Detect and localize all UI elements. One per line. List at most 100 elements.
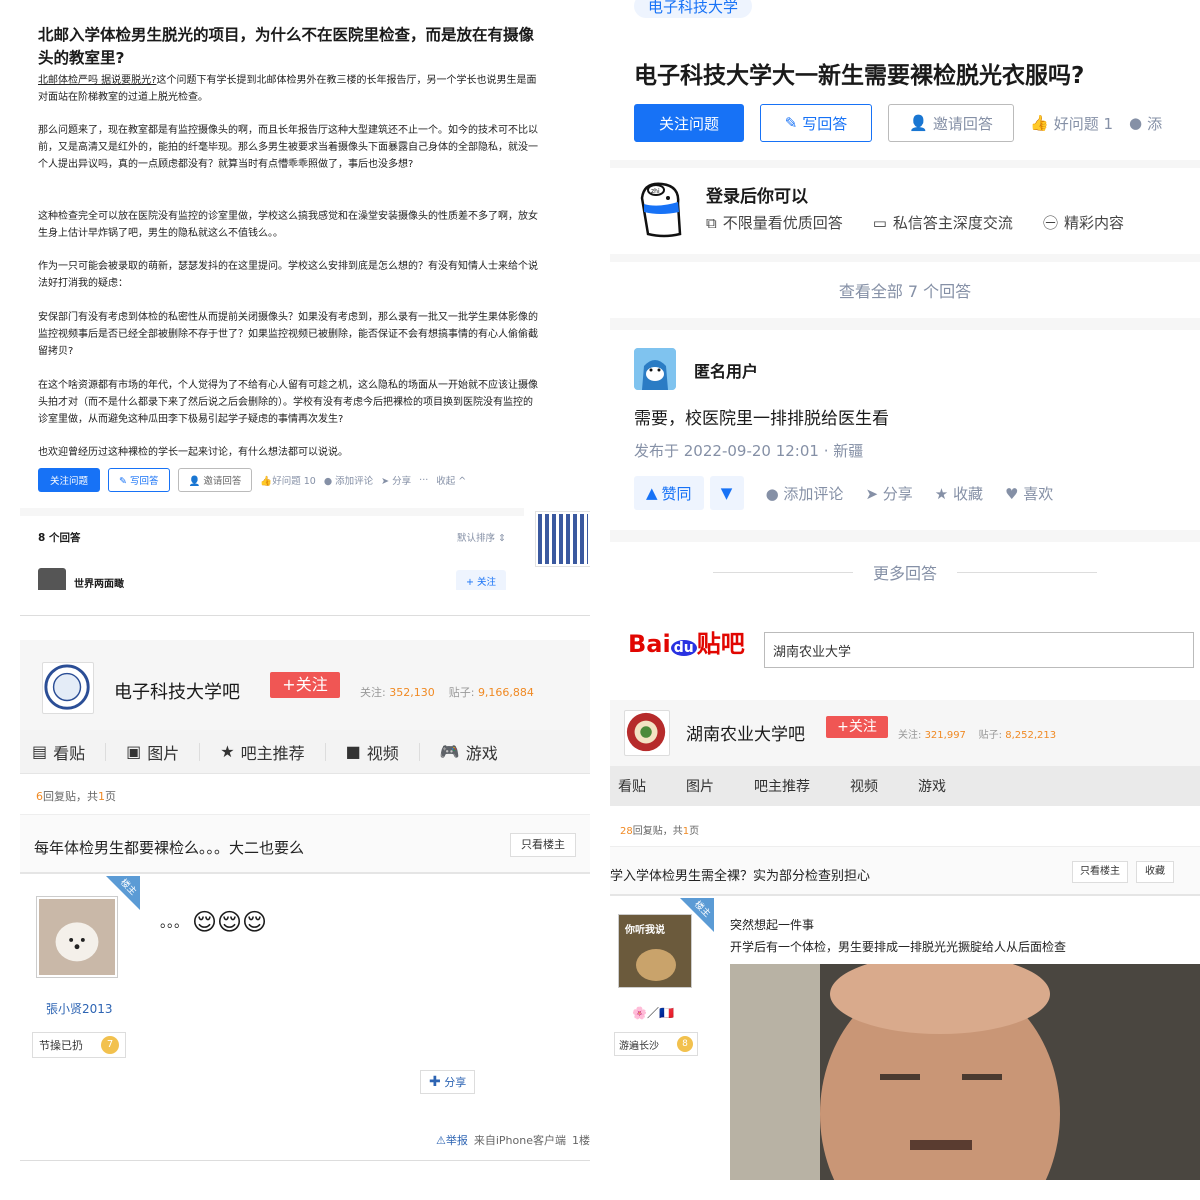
related-question-link[interactable]: 北邮体检严吗 据说要脱光? xyxy=(38,75,157,86)
benefit-3: ㊀精彩内容 xyxy=(1043,212,1124,233)
author-name[interactable]: 世界两面瞰 xyxy=(74,575,124,590)
user-badge: 游遍长沙 8 xyxy=(614,1032,698,1056)
question-actions: 关注问题 ✎ 写回答 👤 邀请回答 👍 好问题 1 ● 添 xyxy=(634,104,1162,142)
invite-answer-button[interactable]: 👤 邀请回答 xyxy=(177,468,253,492)
topic-tag[interactable]: 电子科技大学 xyxy=(634,0,753,18)
collapse-button[interactable]: 收起 ^ xyxy=(436,473,466,487)
university-seal-icon xyxy=(626,712,666,752)
tab-video[interactable]: ■ 视频 xyxy=(346,740,399,764)
write-answer-button[interactable]: ✎ 写回答 xyxy=(760,104,872,142)
upvote-button[interactable]: ▲ 赞同 xyxy=(634,476,704,510)
badge-label: 节操已扔 xyxy=(39,1039,83,1052)
add-comment-label: 添加评论 xyxy=(783,484,844,503)
comment-button[interactable]: ● 添加评论 xyxy=(324,473,373,487)
sort-dropdown[interactable]: 默认排序 ⇕ xyxy=(457,530,506,544)
posts-label: 贴子: xyxy=(448,686,475,699)
tab-recommended[interactable]: 吧主推荐 xyxy=(754,776,810,796)
question-para-7: 也欢迎曾经历过这种裸检的学长一起来讨论，有什么想法都可以说说。 xyxy=(38,447,348,458)
document-icon: ▤ xyxy=(32,742,48,761)
tab-images-label: 图片 xyxy=(147,743,180,763)
forum-name[interactable]: 湖南农业大学吧 xyxy=(686,720,805,745)
reply-count: 28 xyxy=(620,826,633,837)
comment-icon: ● xyxy=(323,476,336,487)
username[interactable]: 張小贤2013 xyxy=(46,1000,113,1017)
follow-forum-button[interactable]: +关注 xyxy=(270,672,340,698)
share-button[interactable]: ➤ 分享 xyxy=(381,473,411,487)
answer-card: 匿名用户 需要，校医院里一排排脱给医生看 发布于 2022-09-20 12:0… xyxy=(610,330,1200,530)
avatar[interactable] xyxy=(36,896,118,978)
good-question-button[interactable]: 👍 好问题 1 xyxy=(1030,113,1113,134)
favorite-button[interactable]: ★ 收藏 xyxy=(935,483,983,504)
anonymous-avatar xyxy=(634,348,676,390)
star-icon: ★ xyxy=(934,484,954,503)
question-title: 电子科技大学大一新生需要裸检脱光衣服吗? xyxy=(634,63,1085,89)
tab-recommended-label: 吧主推荐 xyxy=(240,743,305,763)
forum-name[interactable]: 电子科技大学吧 xyxy=(114,678,240,704)
only-op-button[interactable]: 只看楼主 xyxy=(1072,861,1128,883)
question-action-bar: 关注问题 ✎ 写回答 👤 邀请回答 👍好问题 10 ● 添加评论 ➤ 分享 ··… xyxy=(38,468,466,492)
avatar[interactable]: 你听我说 xyxy=(618,914,692,988)
follow-forum-button[interactable]: +关注 xyxy=(826,716,888,738)
view-all-answers-button[interactable]: 查看全部 7 个回答 xyxy=(610,262,1200,318)
good-question-button[interactable]: 👍好问题 10 xyxy=(260,473,315,487)
tab-video[interactable]: 视频 xyxy=(850,776,878,796)
more-button[interactable]: ··· xyxy=(419,475,428,486)
comment-button[interactable]: ● 添 xyxy=(1129,113,1162,134)
answer-author[interactable]: 世界两面瞰 xyxy=(38,568,124,590)
page-count: 1 xyxy=(98,790,105,803)
login-prompt[interactable]: zhi 登录后你可以 ⧉ 不限量看优质回答 ▭ 私信答主深度交流 ㊀精彩内容 xyxy=(610,168,1200,254)
fans-count: 321,997 xyxy=(924,730,966,741)
baidu-tieba-logo[interactable]: Bai du 贴吧 xyxy=(628,624,745,659)
post-title-bar: 每年体检男生都要裸检么。。。大二也要么 只看楼主 xyxy=(20,814,590,874)
answers-section: 8 个回答 默认排序 ⇕ 世界两面瞰 + 关注 xyxy=(20,508,524,590)
add-comment-button[interactable]: ● 添加评论 xyxy=(766,483,844,504)
benefit-3-label: 精彩内容 xyxy=(1063,214,1124,232)
fans-count: 352,130 xyxy=(389,686,435,699)
tab-posts[interactable]: 看贴 xyxy=(618,776,646,796)
write-answer-button[interactable]: ✎ 写回答 xyxy=(108,468,170,492)
emoji-icons: 😌😌😌 xyxy=(192,908,268,936)
tab-images[interactable]: 图片 xyxy=(686,776,714,796)
user-badge: 节操已扔 7 xyxy=(32,1032,126,1058)
forum-logo xyxy=(42,662,94,714)
benefit-1-label: 不限量看优质回答 xyxy=(722,214,843,232)
share-button[interactable]: ✚ 分享 xyxy=(420,1070,476,1094)
share-label: 分享 xyxy=(392,476,412,487)
invite-answer-button[interactable]: 👤 邀请回答 xyxy=(888,104,1014,142)
tab-posts[interactable]: ▤ 看贴 xyxy=(32,740,85,764)
qr-code xyxy=(535,511,590,567)
forum-nav: 看贴 图片 吧主推荐 视频 游戏 xyxy=(610,766,1200,806)
invite-label: 邀请回答 xyxy=(203,476,242,487)
tab-images[interactable]: ▣ 图片 xyxy=(126,740,179,764)
only-op-button[interactable]: 只看楼主 xyxy=(510,833,576,857)
follow-user-button[interactable]: + 关注 xyxy=(456,570,506,590)
level-icon: 8 xyxy=(677,1036,693,1052)
login-benefits: ⧉ 不限量看优质回答 ▭ 私信答主深度交流 ㊀精彩内容 xyxy=(706,212,1124,233)
benefit-2-label: 私信答主深度交流 xyxy=(892,214,1013,232)
downvote-button[interactable]: ▼ xyxy=(709,476,744,510)
share-icon: ➤ xyxy=(381,476,393,487)
tab-recommended[interactable]: ★ 吧主推荐 xyxy=(220,740,304,764)
meme-image xyxy=(730,964,1200,1180)
tab-games[interactable]: 🎮 游戏 xyxy=(440,740,498,764)
top-search-strip xyxy=(20,590,590,616)
gamepad-icon: 🎮 xyxy=(439,742,460,761)
posts-count: 8,252,213 xyxy=(1005,730,1057,741)
more-answers-link[interactable]: 更多回答 xyxy=(610,542,1200,590)
follow-question-button[interactable]: 关注问题 xyxy=(634,104,744,142)
share-icon: ➤ xyxy=(865,484,883,503)
badge-icon: ㊀ xyxy=(1042,214,1058,232)
question-para-1: 北邮体检严吗 据说要脱光?这个问题下有学长提到北邮体检男外在教三楼的长年报告厅，… xyxy=(38,72,538,106)
search-input[interactable]: 湖南农业大学 xyxy=(764,632,1194,668)
reply-count: 6 xyxy=(36,790,43,803)
like-button[interactable]: ♥ 喜欢 xyxy=(1005,483,1053,504)
avatar[interactable] xyxy=(38,568,66,590)
comment-label: 添加评论 xyxy=(335,476,374,487)
tab-games[interactable]: 游戏 xyxy=(918,776,946,796)
report-link[interactable]: ⚠举报 xyxy=(436,1132,468,1148)
follow-question-button[interactable]: 关注问题 xyxy=(38,468,101,492)
favorite-button[interactable]: 收藏 xyxy=(1136,861,1174,883)
share-button[interactable]: ➤ 分享 xyxy=(865,483,912,504)
forum-stats: 关注: 321,997 贴子: 8,252,213 xyxy=(898,726,1056,741)
upvote-label: 赞同 xyxy=(661,484,692,503)
